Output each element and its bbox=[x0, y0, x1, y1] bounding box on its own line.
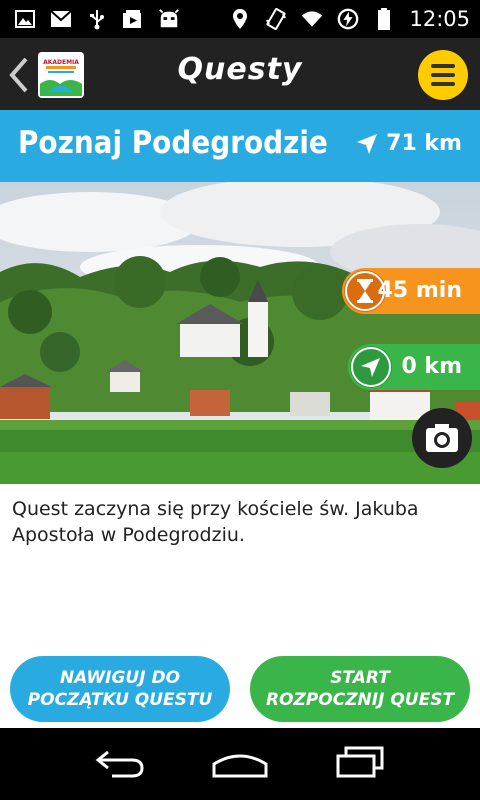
app-title: Questy bbox=[177, 52, 303, 87]
image-icon bbox=[14, 8, 36, 30]
home-nav-button[interactable] bbox=[212, 746, 268, 782]
distance-badge: 0 km bbox=[348, 344, 480, 390]
recent-apps-icon bbox=[336, 746, 384, 778]
start-button-line1: START bbox=[330, 668, 390, 688]
usb-icon bbox=[86, 8, 108, 30]
quest-photo bbox=[0, 182, 480, 484]
back-arrow-icon bbox=[95, 750, 144, 778]
quest-description: Quest zaczyna się przy kościele św. Jaku… bbox=[12, 498, 419, 546]
vibrate-icon bbox=[265, 8, 287, 30]
navigate-button-line2: POCZĄTKU QUESTU bbox=[27, 690, 213, 710]
status-bar: 12:05 bbox=[0, 0, 480, 38]
wifi-icon bbox=[301, 8, 323, 30]
navigate-to-start-button[interactable]: NAWIGUJ DO POCZĄTKU QUESTU bbox=[10, 656, 230, 722]
sync-icon bbox=[337, 8, 359, 30]
quest-title: Poznaj Podegrodzie bbox=[18, 125, 328, 161]
gmail-icon bbox=[50, 8, 72, 30]
menu-button[interactable] bbox=[418, 50, 468, 100]
camera-icon bbox=[426, 424, 458, 452]
start-quest-button[interactable]: START ROZPOCZNIJ QUEST bbox=[250, 656, 470, 722]
back-nav-button[interactable] bbox=[94, 746, 146, 782]
navigate-button-line1: NAWIGUJ DO bbox=[59, 668, 181, 688]
navigation-arrow-icon bbox=[350, 346, 392, 388]
location-icon bbox=[229, 8, 251, 30]
distance-value: 0 km bbox=[401, 354, 462, 379]
app-bar: AKADEMIA Questy bbox=[0, 38, 480, 110]
quest-distance-value: 71 km bbox=[386, 131, 462, 156]
camera-button[interactable] bbox=[412, 408, 472, 468]
android-icon bbox=[158, 8, 180, 30]
duration-badge: 45 min bbox=[342, 268, 480, 314]
navigation-arrow-icon bbox=[357, 133, 378, 154]
clock: 12:05 bbox=[409, 7, 470, 31]
village-landscape-image bbox=[0, 182, 480, 484]
home-icon bbox=[212, 754, 268, 778]
duration-value: 45 min bbox=[377, 278, 462, 303]
quest-distance: 71 km bbox=[356, 131, 462, 156]
media-icon bbox=[122, 8, 144, 30]
system-nav-bar bbox=[0, 728, 480, 800]
start-button-line2: ROZPOCZNIJ QUEST bbox=[265, 690, 455, 710]
battery-icon bbox=[373, 8, 395, 30]
recents-nav-button[interactable] bbox=[336, 746, 386, 782]
quest-header: Poznaj Podegrodzie 71 km bbox=[0, 110, 480, 182]
menu-icon bbox=[431, 64, 455, 68]
